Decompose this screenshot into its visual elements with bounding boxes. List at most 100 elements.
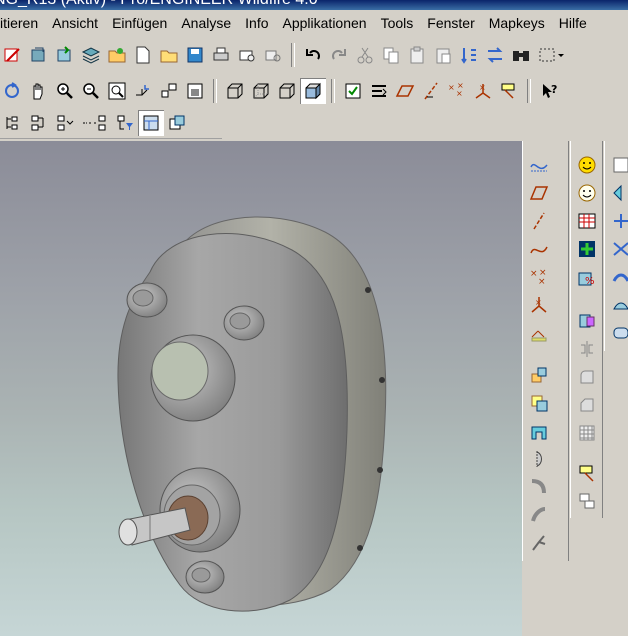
- sweep-icon[interactable]: [527, 475, 551, 499]
- datum-point-icon[interactable]: × × ×: [527, 265, 551, 289]
- graphics-viewport[interactable]: [0, 141, 522, 636]
- tree-filter-icon[interactable]: [112, 110, 138, 136]
- tree-indent-icon[interactable]: [0, 110, 26, 136]
- copy-icon[interactable]: [378, 42, 404, 68]
- saved-views-icon[interactable]: [156, 78, 182, 104]
- undo-icon[interactable]: [300, 42, 326, 68]
- zoom-in-icon[interactable]: [52, 78, 78, 104]
- draft-icon[interactable]: [527, 531, 551, 555]
- group-icon[interactable]: [575, 489, 599, 513]
- surface-icon[interactable]: [609, 153, 628, 177]
- model-tree-icon[interactable]: [340, 78, 366, 104]
- datum-curve-icon[interactable]: [527, 237, 551, 261]
- menu-view[interactable]: Ansicht: [45, 15, 105, 31]
- blend-icon[interactable]: [527, 503, 551, 527]
- link-icon[interactable]: [260, 42, 286, 68]
- datum-plane-icon[interactable]: [392, 78, 418, 104]
- menu-applications[interactable]: Applikationen: [276, 15, 374, 31]
- menu-help[interactable]: Hilfe: [552, 15, 594, 31]
- rebuild-icon[interactable]: [366, 78, 392, 104]
- tree-collapse-icon[interactable]: [78, 110, 112, 136]
- cut-icon[interactable]: [352, 42, 378, 68]
- new-file-icon[interactable]: [130, 42, 156, 68]
- menu-window[interactable]: Fenster: [420, 15, 481, 31]
- shading-icon[interactable]: [300, 78, 326, 104]
- menu-edit[interactable]: itieren: [0, 15, 45, 31]
- feature-toolbar-datum: × × × ×: [522, 141, 569, 561]
- paste-special-icon[interactable]: [430, 42, 456, 68]
- zoom-out-icon[interactable]: [78, 78, 104, 104]
- pattern-icon[interactable]: [575, 421, 599, 445]
- menu-tools[interactable]: Tools: [374, 15, 421, 31]
- menu-mapkeys[interactable]: Mapkeys: [482, 15, 552, 31]
- print-icon[interactable]: [208, 42, 234, 68]
- tree-split-icon[interactable]: [26, 110, 52, 136]
- tree-settings-icon[interactable]: [164, 110, 190, 136]
- sketch-curve-icon[interactable]: [527, 153, 551, 177]
- annotation-icon[interactable]: [496, 78, 522, 104]
- email-icon[interactable]: [234, 42, 260, 68]
- feature-toolbar-tools: %: [570, 141, 603, 518]
- component-icon[interactable]: [575, 309, 599, 333]
- save-folder-icon[interactable]: [104, 42, 130, 68]
- pan-icon[interactable]: [26, 78, 52, 104]
- smiley-outline-icon[interactable]: [575, 181, 599, 205]
- layers-icon[interactable]: [78, 42, 104, 68]
- thicken-icon[interactable]: [609, 265, 628, 289]
- datum-plane-icon[interactable]: [527, 181, 551, 205]
- smiley-icon[interactable]: [575, 153, 599, 177]
- round-icon[interactable]: [575, 365, 599, 389]
- context-help-icon[interactable]: ?: [536, 78, 562, 104]
- merge-icon[interactable]: [609, 209, 628, 233]
- extend-icon[interactable]: [609, 181, 628, 205]
- select-box-icon[interactable]: [534, 42, 568, 68]
- svg-text:?: ?: [551, 83, 557, 96]
- sort-icon[interactable]: [456, 42, 482, 68]
- save-icon[interactable]: [182, 42, 208, 68]
- zoom-fit-icon[interactable]: [104, 78, 130, 104]
- menu-insert[interactable]: Einfügen: [105, 15, 174, 31]
- tree-expand-icon[interactable]: [52, 110, 78, 136]
- erase-icon[interactable]: [0, 42, 26, 68]
- view-manager-icon[interactable]: [182, 78, 208, 104]
- offset-icon[interactable]: [609, 321, 628, 345]
- offset-csys-icon[interactable]: [527, 321, 551, 345]
- window-title: NG_R13 (Aktiv) - Pro/ENGINEER Wildfire 4…: [0, 0, 318, 9]
- percent-icon[interactable]: %: [575, 265, 599, 289]
- trim-icon[interactable]: [609, 237, 628, 261]
- mirror-icon[interactable]: [575, 337, 599, 361]
- toolbar-separator: [331, 79, 335, 103]
- extrude-cut-icon[interactable]: [527, 421, 551, 445]
- no-hidden-icon[interactable]: [274, 78, 300, 104]
- chamfer-icon[interactable]: [575, 393, 599, 417]
- redo-icon[interactable]: [326, 42, 352, 68]
- menu-bar: itieren Ansicht Einfügen Analyse Info Ap…: [0, 10, 628, 36]
- open-folder-icon[interactable]: [156, 42, 182, 68]
- datum-csys-icon[interactable]: ×: [470, 78, 496, 104]
- datum-points-icon[interactable]: × × ×: [444, 78, 470, 104]
- repaint-icon[interactable]: [0, 78, 26, 104]
- shell-icon[interactable]: [575, 461, 599, 485]
- paste-icon[interactable]: [404, 42, 430, 68]
- toolbar-separator: [213, 79, 217, 103]
- orient-icon[interactable]: [130, 78, 156, 104]
- solidify-icon[interactable]: [609, 293, 628, 317]
- tree-columns-icon[interactable]: [138, 110, 164, 136]
- hidden-line-icon[interactable]: [248, 78, 274, 104]
- table-red-icon[interactable]: [575, 209, 599, 233]
- menu-analysis[interactable]: Analyse: [174, 15, 238, 31]
- datum-axis-icon[interactable]: [527, 209, 551, 233]
- datum-axis-icon[interactable]: [418, 78, 444, 104]
- gearbox-housing-model: [117, 216, 387, 612]
- datum-csys-icon[interactable]: ×: [527, 293, 551, 317]
- wireframe-icon[interactable]: [222, 78, 248, 104]
- add-green-icon[interactable]: [575, 237, 599, 261]
- binoculars-icon[interactable]: [508, 42, 534, 68]
- menu-info[interactable]: Info: [238, 15, 275, 31]
- revolve-icon[interactable]: [527, 447, 551, 471]
- transfer-icon[interactable]: [482, 42, 508, 68]
- regenerate-icon[interactable]: [26, 42, 52, 68]
- placement-icon[interactable]: [527, 363, 551, 387]
- copy-geometry-icon[interactable]: [527, 391, 551, 415]
- regenerate-manager-icon[interactable]: [52, 42, 78, 68]
